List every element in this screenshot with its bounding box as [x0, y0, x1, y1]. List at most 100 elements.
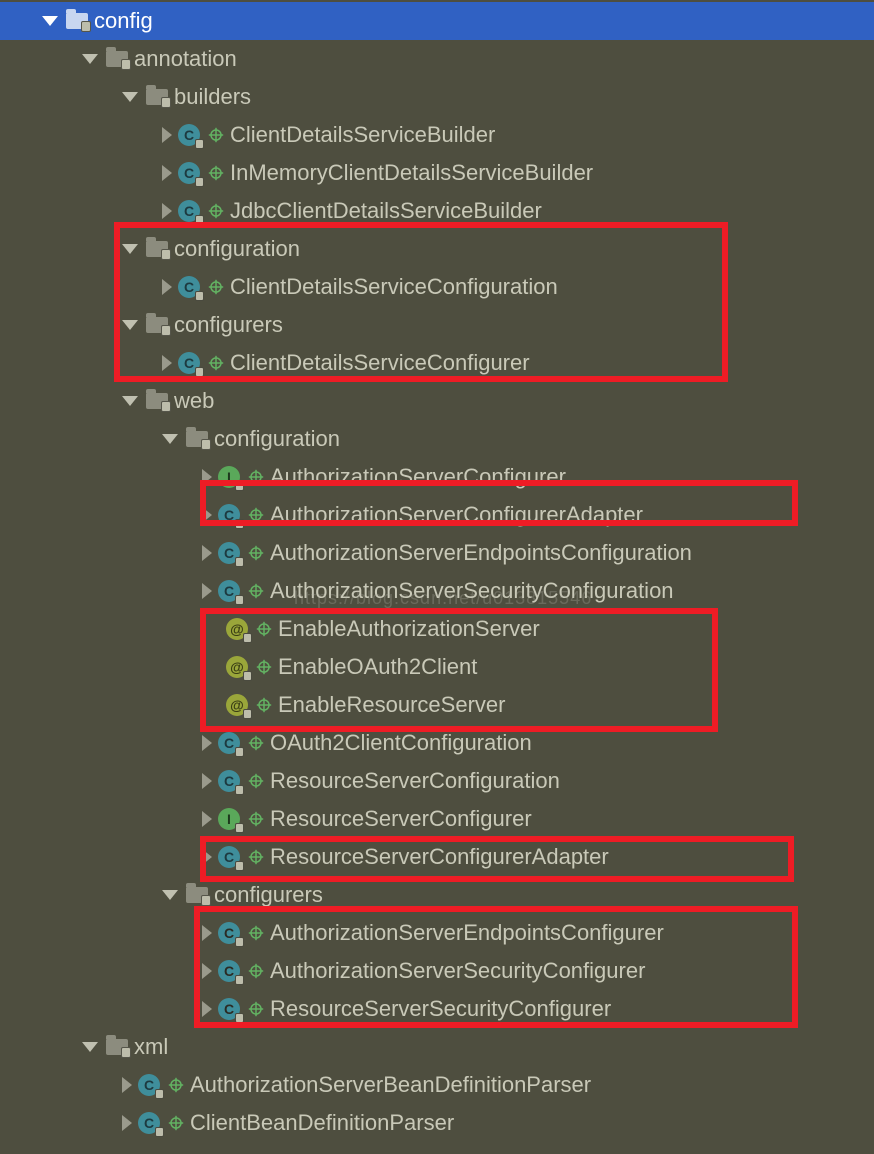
tree-row[interactable]: ResourceServerConfigurerAdapter — [0, 838, 874, 876]
tree-row[interactable]: web — [0, 382, 874, 420]
disclosure-closed-icon[interactable] — [202, 507, 212, 523]
tree-row-label: ResourceServerConfiguration — [270, 768, 560, 794]
class-icon — [218, 580, 240, 602]
tree-row[interactable]: AuthorizationServerEndpointsConfigurer — [0, 914, 874, 952]
disclosure-closed-icon[interactable] — [122, 1115, 132, 1131]
public-modifier-icon — [210, 205, 222, 217]
public-modifier-icon — [250, 775, 262, 787]
tree-row[interactable]: ResourceServerConfiguration — [0, 762, 874, 800]
tree-row-label: ClientDetailsServiceConfigurer — [230, 350, 530, 376]
tree-row[interactable]: ResourceServerConfigurer — [0, 800, 874, 838]
folder-icon — [146, 89, 168, 105]
disclosure-open-icon[interactable] — [122, 396, 138, 406]
class-icon — [218, 542, 240, 564]
tree-row[interactable]: config — [0, 2, 874, 40]
tree-row-label: ClientDetailsServiceConfiguration — [230, 274, 558, 300]
tree-row[interactable]: EnableResourceServer — [0, 686, 874, 724]
disclosure-closed-icon[interactable] — [162, 165, 172, 181]
disclosure-closed-icon[interactable] — [202, 735, 212, 751]
tree-row-label: configuration — [174, 236, 300, 262]
tree-row-label: configuration — [214, 426, 340, 452]
tree-row[interactable]: configurers — [0, 876, 874, 914]
tree-row[interactable]: ClientDetailsServiceConfiguration — [0, 268, 874, 306]
disclosure-closed-icon[interactable] — [202, 811, 212, 827]
runnable-icon — [218, 998, 240, 1020]
disclosure-closed-icon[interactable] — [202, 469, 212, 485]
disclosure-closed-icon[interactable] — [202, 963, 212, 979]
disclosure-closed-icon[interactable] — [162, 203, 172, 219]
tree-row-label: web — [174, 388, 214, 414]
public-modifier-icon — [250, 509, 262, 521]
tree-row[interactable]: OAuth2ClientConfiguration — [0, 724, 874, 762]
tree-row-label: ResourceServerConfigurerAdapter — [270, 844, 609, 870]
public-modifier-icon — [250, 851, 262, 863]
tree-row[interactable]: EnableOAuth2Client — [0, 648, 874, 686]
tree-row-label: OAuth2ClientConfiguration — [270, 730, 532, 756]
tree-row[interactable]: AuthorizationServerBeanDefinitionParser — [0, 1066, 874, 1104]
disclosure-closed-icon[interactable] — [162, 127, 172, 143]
tree-row[interactable]: AuthorizationServerSecurityConfiguration — [0, 572, 874, 610]
disclosure-open-icon[interactable] — [82, 54, 98, 64]
disclosure-closed-icon[interactable] — [202, 1001, 212, 1017]
public-modifier-icon — [258, 661, 270, 673]
public-modifier-icon — [170, 1079, 182, 1091]
tree-row[interactable]: AuthorizationServerConfigurerAdapter — [0, 496, 874, 534]
public-modifier-icon — [250, 1003, 262, 1015]
tree-row[interactable]: JdbcClientDetailsServiceBuilder — [0, 192, 874, 230]
disclosure-closed-icon[interactable] — [202, 849, 212, 865]
folder-icon — [186, 431, 208, 447]
disclosure-open-icon[interactable] — [122, 320, 138, 330]
tree-row-label: AuthorizationServerEndpointsConfiguratio… — [270, 540, 692, 566]
tree-row[interactable]: AuthorizationServerConfigurer — [0, 458, 874, 496]
disclosure-open-icon[interactable] — [42, 16, 58, 26]
public-modifier-icon — [210, 167, 222, 179]
tree-row[interactable]: ClientDetailsServiceBuilder — [0, 116, 874, 154]
tree-row[interactable]: ClientDetailsServiceConfigurer — [0, 344, 874, 382]
tree-row[interactable]: configuration — [0, 420, 874, 458]
disclosure-open-icon[interactable] — [162, 890, 178, 900]
disclosure-closed-icon[interactable] — [202, 583, 212, 599]
folder-icon — [146, 317, 168, 333]
annotation-icon — [226, 694, 248, 716]
class-icon — [178, 162, 200, 184]
tree-row-label: AuthorizationServerConfigurerAdapter — [270, 502, 643, 528]
runnable-icon — [218, 922, 240, 944]
tree-row[interactable]: configurers — [0, 306, 874, 344]
disclosure-closed-icon[interactable] — [162, 355, 172, 371]
tree-row[interactable]: configuration — [0, 230, 874, 268]
disclosure-closed-icon[interactable] — [122, 1077, 132, 1093]
disclosure-closed-icon[interactable] — [202, 925, 212, 941]
tree-row-label: ClientDetailsServiceBuilder — [230, 122, 495, 148]
tree-row[interactable]: annotation — [0, 40, 874, 78]
disclosure-spacer — [202, 700, 218, 710]
public-modifier-icon — [258, 623, 270, 635]
public-modifier-icon — [210, 129, 222, 141]
tree-row[interactable]: AuthorizationServerSecurityConfigurer — [0, 952, 874, 990]
tree-row-label: InMemoryClientDetailsServiceBuilder — [230, 160, 593, 186]
tree-row-label: AuthorizationServerConfigurer — [270, 464, 566, 490]
disclosure-closed-icon[interactable] — [202, 773, 212, 789]
tree-row[interactable]: ClientBeanDefinitionParser — [0, 1104, 874, 1142]
class-icon — [178, 276, 200, 298]
tree-row[interactable]: AuthorizationServerEndpointsConfiguratio… — [0, 534, 874, 572]
tree-row[interactable]: EnableAuthorizationServer — [0, 610, 874, 648]
disclosure-closed-icon[interactable] — [162, 279, 172, 295]
disclosure-open-icon[interactable] — [122, 244, 138, 254]
disclosure-closed-icon[interactable] — [202, 545, 212, 561]
folder-icon — [106, 1039, 128, 1055]
disclosure-open-icon[interactable] — [82, 1042, 98, 1052]
project-tree[interactable]: configannotationbuilders ClientDetailsSer… — [0, 0, 874, 1154]
tree-row[interactable]: ResourceServerSecurityConfigurer — [0, 990, 874, 1028]
tree-row[interactable]: InMemoryClientDetailsServiceBuilder — [0, 154, 874, 192]
tree-row-label: EnableAuthorizationServer — [278, 616, 540, 642]
folder-icon — [106, 51, 128, 67]
class-icon — [218, 504, 240, 526]
public-modifier-icon — [250, 813, 262, 825]
folder-icon — [186, 887, 208, 903]
tree-row[interactable]: builders — [0, 78, 874, 116]
public-modifier-icon — [250, 471, 262, 483]
disclosure-open-icon[interactable] — [122, 92, 138, 102]
tree-row-label: EnableOAuth2Client — [278, 654, 477, 680]
tree-row[interactable]: xml — [0, 1028, 874, 1066]
disclosure-open-icon[interactable] — [162, 434, 178, 444]
